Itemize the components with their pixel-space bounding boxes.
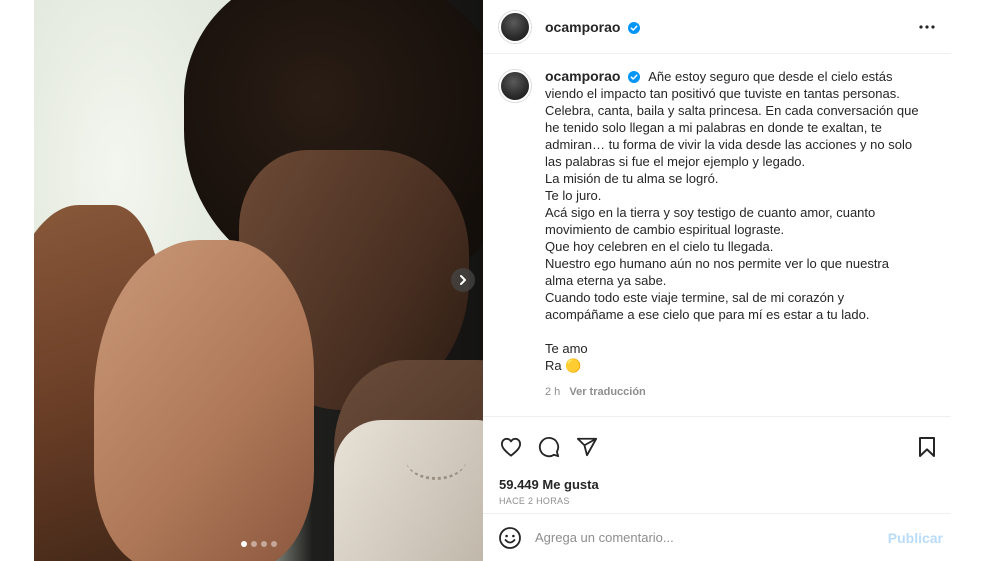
post-sidebar: ocamporao ocamporao Añe estoy seguro que…: [483, 0, 951, 561]
caption-line: Añe estoy seguro que desde el cielo está…: [648, 69, 893, 84]
publish-button[interactable]: Publicar: [888, 530, 943, 546]
post-image[interactable]: [34, 0, 483, 561]
translate-link[interactable]: Ver traducción: [569, 386, 645, 398]
caption-line: acompáñame a ese cielo que para mí es es…: [545, 307, 870, 322]
caption-line: Te lo juro.: [545, 188, 602, 203]
verified-icon: [628, 21, 641, 34]
carousel-dot: [250, 541, 257, 547]
heart-icon: [500, 437, 521, 457]
emoji-icon: [499, 526, 521, 549]
caption-line: admiran… tu forma de vivir la vida desde…: [545, 137, 913, 152]
emoji-button[interactable]: [497, 525, 523, 551]
verified-icon: [628, 71, 641, 83]
caption-section: ocamporao Añe estoy seguro que desde el …: [483, 54, 951, 417]
caption-line: [545, 323, 919, 340]
like-count[interactable]: 59.449 Me gusta: [483, 465, 951, 492]
comment-bar: Publicar: [483, 513, 951, 561]
carousel-dot: [240, 541, 247, 547]
share-icon: [576, 437, 598, 457]
caption-line: movimiento de cambio espiritual lograste…: [545, 222, 785, 237]
caption-line: Cuando todo este viaje termine, sal de m…: [545, 290, 845, 305]
caption-line: alma eterna ya sabe.: [545, 273, 667, 288]
post-header: ocamporao: [483, 0, 951, 54]
caption-line: Celebra, canta, baila y salta princesa. …: [545, 103, 919, 118]
caption: ocamporao Añe estoy seguro que desde el …: [545, 68, 919, 416]
caption-age: 2 h: [545, 386, 561, 398]
carousel-next-button[interactable]: [451, 268, 475, 292]
caption-line: La misión de tu alma se logró.: [545, 171, 719, 186]
caption-username[interactable]: ocamporao: [545, 68, 644, 84]
header-username[interactable]: ocamporao: [545, 19, 641, 35]
comment-input[interactable]: [535, 530, 888, 545]
caption-line: Te amo: [545, 341, 588, 356]
avatar[interactable]: [499, 10, 531, 43]
post-timestamp: HACE 2 HORAS: [499, 496, 570, 506]
like-button[interactable]: [499, 435, 523, 459]
more-icon: [919, 24, 935, 29]
caption-line: he tenido solo llegan a mi palabras en d…: [545, 120, 882, 135]
comment-button[interactable]: [537, 435, 561, 459]
share-button[interactable]: [575, 435, 599, 459]
next-arrow-icon: [460, 275, 466, 285]
action-bar: [483, 417, 951, 465]
caption-line: las palabras si fue el mejor ejemplo y l…: [545, 154, 806, 169]
comment-icon: [538, 436, 560, 458]
carousel-indicator: [34, 541, 483, 547]
save-button[interactable]: [915, 435, 939, 459]
caption-line: Acá sigo en la tierra y soy testigo de c…: [545, 205, 876, 220]
caption-line: Ra 🟡: [545, 358, 582, 373]
bookmark-icon: [919, 437, 935, 457]
instagram-post: ocamporao ocamporao Añe estoy seguro que…: [34, 0, 951, 561]
more-options-button[interactable]: [913, 13, 941, 41]
caption-line: Que hoy celebren en el cielo tu llegada.: [545, 239, 774, 254]
carousel-dot: [270, 541, 277, 547]
caption-avatar[interactable]: [499, 70, 531, 102]
caption-line: Nuestro ego humano aún no nos permite ve…: [545, 256, 889, 271]
caption-meta: 2 h Ver traducción: [545, 384, 919, 401]
carousel-dot: [260, 541, 267, 547]
caption-line: viendo el impacto tan positivó que tuvis…: [545, 86, 900, 101]
